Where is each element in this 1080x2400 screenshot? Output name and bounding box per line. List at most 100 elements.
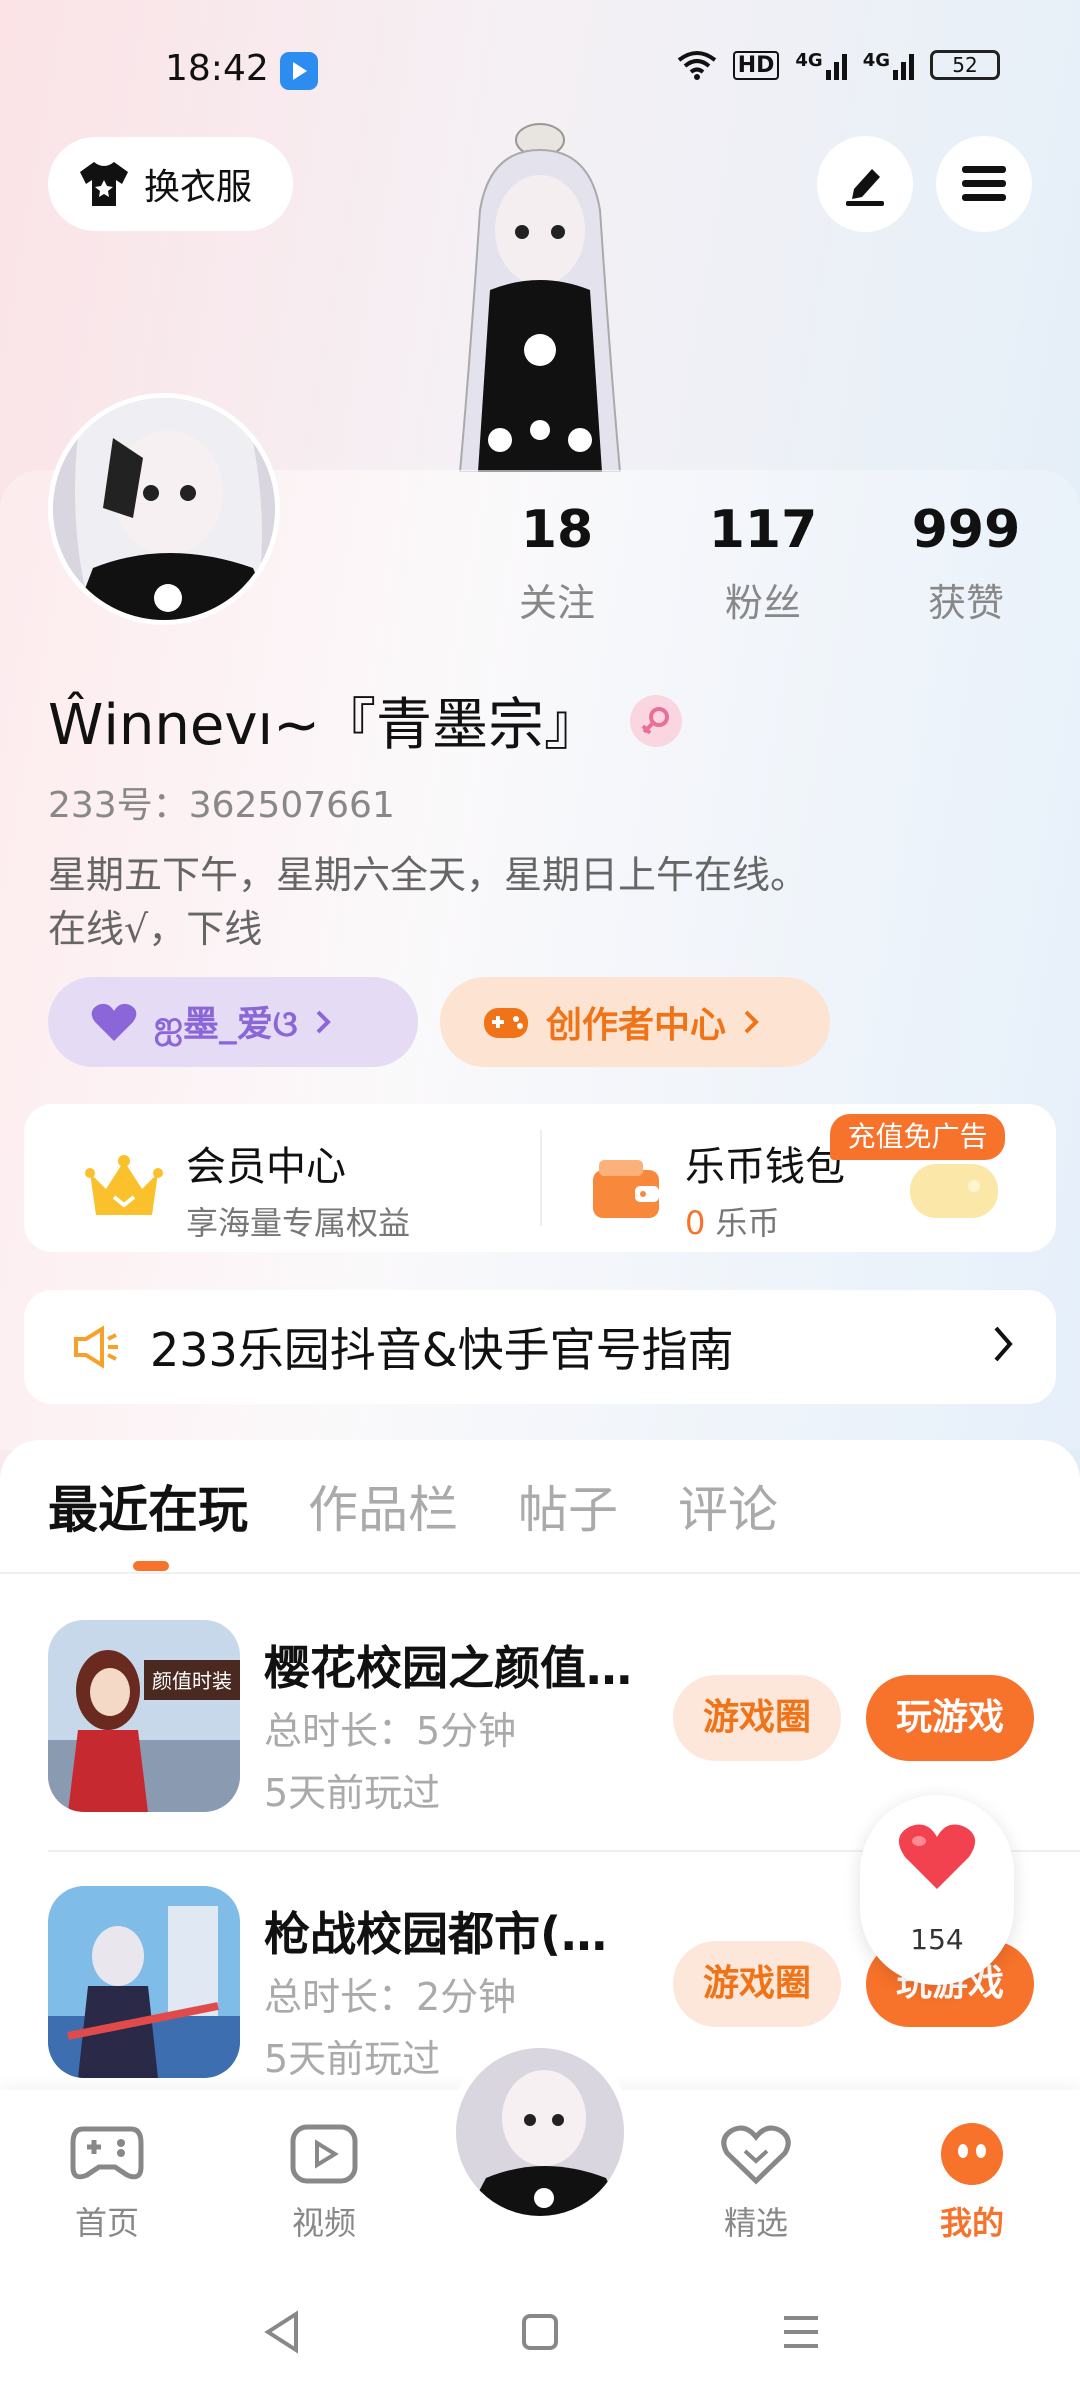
game-icon: 颜值时装 — [48, 1620, 240, 1812]
creator-center-label: 创作者中心 — [546, 1005, 727, 1046]
member-center-entry[interactable]: 会员中心 享海量专属权益 — [84, 1134, 410, 1244]
status-time: 18:42 — [165, 48, 269, 89]
svg-text:颜值时装: 颜值时装 — [152, 1669, 232, 1693]
wallet-title: 乐币钱包 — [685, 1144, 845, 1190]
game-last-played: 5天前玩过 — [264, 1771, 441, 1815]
wallet-unit: 乐币 — [715, 1204, 780, 1242]
crown-icon — [85, 1155, 163, 1215]
recents-icon[interactable] — [780, 2310, 822, 2354]
gamepad-decoration-icon — [910, 1164, 998, 1218]
nav-label: 精选 — [723, 2204, 788, 2242]
battery-indicator: 52 — [930, 50, 1000, 80]
like-count: 154 — [910, 1923, 964, 1956]
avatar-image — [456, 2048, 624, 2216]
edit-icon — [846, 169, 884, 206]
megaphone-icon — [74, 1325, 118, 1369]
following-label: 关注 — [518, 581, 595, 625]
nav-item-me[interactable]: 我的 — [912, 2118, 1032, 2244]
bio-line-1: 星期五下午，星期六全天，星期日上午在线。 — [48, 853, 809, 897]
user-bio: 星期五下午，星期六全天，星期日上午在线。 在线√，下线 — [48, 848, 808, 956]
game-last-played: 5天前玩过 — [264, 2037, 441, 2081]
bio-line-2: 在线√，下线 — [48, 907, 263, 951]
female-gender-icon — [630, 694, 682, 747]
tab-comments[interactable]: 评论 — [678, 1470, 778, 1542]
stat-likes[interactable]: 999 获赞 — [886, 500, 1046, 627]
user-avatar[interactable] — [48, 393, 280, 625]
fans-count: 117 — [708, 500, 818, 560]
avatar-image — [53, 398, 275, 620]
following-count: 18 — [520, 500, 594, 560]
game-title: 樱花校园之颜值… — [264, 1641, 632, 1695]
edit-profile-button[interactable] — [817, 136, 913, 232]
menu-icon — [962, 166, 1006, 201]
cp-name: ஐ墨_爱ଓ — [154, 1003, 298, 1045]
wallet-balance: 0 乐币 — [685, 1198, 845, 1244]
play-game-button[interactable]: 玩游戏 — [866, 1675, 1034, 1761]
nav-label: 首页 — [74, 2204, 139, 2242]
likes-count: 999 — [911, 500, 1021, 560]
nav-item-video[interactable]: 视频 — [264, 2118, 384, 2244]
username: Ŵinnevı~『青墨宗』 — [48, 680, 682, 761]
member-center-title: 会员中心 — [186, 1144, 346, 1190]
nav-item-featured[interactable]: 精选 — [696, 2118, 816, 2244]
cp-relation-button[interactable]: ஐ墨_爱ଓ — [48, 977, 418, 1067]
gamepad-icon — [484, 1008, 528, 1038]
video-play-icon — [290, 2124, 358, 2184]
game-icon — [48, 1886, 240, 2078]
fans-label: 粉丝 — [724, 581, 801, 625]
nav-item-home[interactable]: 首页 — [47, 2118, 167, 2244]
tab-recently-played[interactable]: 最近在玩 — [48, 1470, 248, 1542]
game-circle-button[interactable]: 游戏圈 — [673, 1675, 841, 1761]
back-icon[interactable] — [262, 2310, 304, 2354]
signal-icon-2: 4G — [863, 50, 914, 80]
gamepad-icon — [70, 2126, 144, 2180]
stat-following[interactable]: 18 关注 — [477, 500, 637, 627]
tshirt-icon — [80, 162, 128, 206]
signal-icon-1: 4G — [795, 50, 847, 80]
heart-diamond-icon — [721, 2125, 791, 2185]
tab-divider — [0, 1572, 1080, 1574]
nav-label: 我的 — [939, 2204, 1004, 2242]
ad-free-badge: 充值免广告 — [830, 1114, 1005, 1160]
change-outfit-label: 换衣服 — [144, 167, 253, 208]
guide-label: 233乐园抖音&快手官号指南 — [150, 1323, 734, 1377]
official-guide-banner[interactable]: 233乐园抖音&快手官号指南 — [24, 1290, 1056, 1404]
list-item[interactable]: 颜值时装 樱花校园之颜值… 总时长：5分钟 5天前玩过 游戏圈 玩游戏 — [48, 1620, 1048, 1820]
center-avatar-button[interactable] — [448, 2040, 632, 2224]
wallet-entry[interactable]: 乐币钱包 0 乐币 — [589, 1134, 845, 1244]
home-icon[interactable] — [520, 2310, 560, 2354]
profile-face-icon — [941, 2123, 1003, 2185]
status-bar: 18:42 HD 4G 4G 52 — [0, 0, 1080, 140]
game-title: 枪战校园都市(… — [264, 1907, 608, 1961]
wallet-icon — [593, 1160, 659, 1218]
heart-icon — [898, 1824, 976, 1889]
avatar-character-figure[interactable] — [430, 120, 650, 472]
profile-tabs: 最近在玩 作品栏 帖子 评论 — [48, 1470, 778, 1542]
game-circle-button[interactable]: 游戏圈 — [673, 1941, 841, 2027]
chevron-right-icon — [744, 1010, 759, 1034]
floating-like-button[interactable]: 154 — [860, 1795, 1014, 1985]
username-text: Ŵinnevı~『青墨宗』 — [48, 693, 600, 758]
game-duration: 总时长：5分钟 — [264, 1709, 517, 1753]
user-id: 233号：362507661 — [48, 785, 395, 826]
stat-fans[interactable]: 117 粉丝 — [683, 500, 843, 627]
status-icons: HD 4G 4G 52 — [677, 50, 1000, 80]
hd-badge: HD — [732, 50, 780, 80]
member-center-subtitle: 享海量专属权益 — [186, 1204, 411, 1242]
heart-icon — [91, 1003, 137, 1041]
tab-posts[interactable]: 帖子 — [518, 1470, 618, 1542]
tab-works[interactable]: 作品栏 — [308, 1470, 458, 1542]
chevron-right-icon — [316, 1010, 331, 1034]
divider — [540, 1130, 542, 1226]
wallet-amount: 0 — [685, 1204, 706, 1242]
menu-button[interactable] — [936, 136, 1032, 232]
wifi-icon — [677, 51, 716, 80]
creator-center-button[interactable]: 创作者中心 — [440, 977, 830, 1067]
notification-app-icon — [280, 52, 318, 90]
nav-label: 视频 — [291, 2204, 356, 2242]
game-duration: 总时长：2分钟 — [264, 1975, 517, 2019]
active-tab-indicator — [133, 1561, 169, 1571]
change-outfit-button[interactable]: 换衣服 — [48, 137, 293, 231]
likes-label: 获赞 — [927, 581, 1004, 625]
chevron-right-icon — [994, 1326, 1013, 1362]
